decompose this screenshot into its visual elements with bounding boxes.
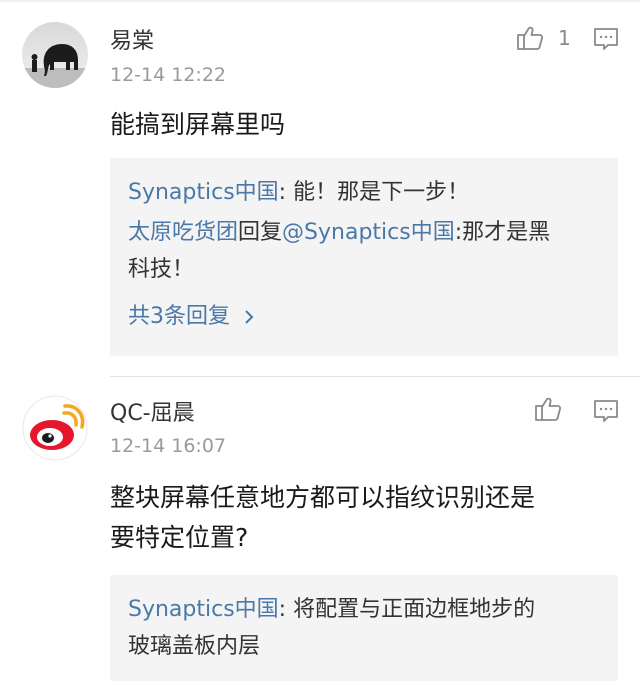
reply-text: 玻璃盖板内层 [128, 634, 261, 659]
comment-bubble-icon [594, 28, 618, 50]
reply-mention[interactable]: @Synaptics中国 [282, 220, 455, 245]
thumbs-up-icon [517, 26, 544, 50]
reply-author[interactable]: Synaptics中国 [128, 597, 279, 622]
reply-text: 将配置与正面边框地步的 [293, 597, 536, 622]
timestamp: 12-14 16:07 [110, 435, 227, 457]
timestamp: 12-14 12:22 [110, 64, 227, 86]
avatar[interactable] [22, 22, 88, 88]
reply-author[interactable]: Synaptics中国 [128, 180, 279, 205]
reply-button[interactable] [593, 26, 619, 56]
comment-text: 能搞到屏幕里吗 [110, 110, 286, 139]
comment-item: 易棠 12-14 12:22 1 能搞到屏幕里吗 Synaptics中国: 能！… [0, 0, 640, 370]
comment-text: 整块屏幕任意地方都可以指纹识别还是 要特定位置? [110, 478, 610, 558]
comment-text-line: 要特定位置? [110, 523, 249, 552]
comment-item: QC-屈晨 12-14 16:07 整块屏幕任意地方都可以指纹识别还是 要特定位… [0, 377, 640, 681]
more-replies-link[interactable]: 共3条回复 [128, 302, 600, 332]
reply-box: Synaptics中国: 将配置与正面边框地步的 玻璃盖板内层 [110, 575, 618, 681]
reply-separator: : [278, 597, 294, 622]
reply-item: Synaptics中国: 能！那是下一步！ [128, 174, 600, 211]
elephant-avatar-icon [22, 22, 88, 88]
comment-bubble-icon [594, 400, 618, 422]
avatar[interactable] [22, 395, 88, 461]
comment-text-line: 整块屏幕任意地方都可以指纹识别还是 [110, 483, 536, 512]
thumbs-up-icon [535, 397, 562, 421]
reply-button[interactable] [593, 398, 619, 428]
reply-box: Synaptics中国: 能！那是下一步！ 太原吃货团回复@Synaptics中… [110, 158, 618, 356]
username[interactable]: QC-屈晨 [110, 400, 195, 428]
username[interactable]: 易棠 [110, 28, 154, 56]
reply-author[interactable]: 太原吃货团 [128, 220, 238, 245]
reply-separator: : [278, 180, 294, 205]
reply-verb: 回复 [238, 220, 283, 245]
like-button[interactable]: 1 [516, 24, 571, 52]
chevron-right-icon [245, 310, 254, 324]
like-button[interactable] [534, 395, 576, 423]
more-replies-label: 共3条回复 [128, 304, 230, 329]
reply-item: Synaptics中国: 将配置与正面边框地步的 玻璃盖板内层 [128, 591, 600, 665]
reply-text: 能！那是下一步！ [293, 180, 470, 205]
like-count: 1 [558, 26, 571, 50]
weibo-logo-avatar-icon [22, 395, 88, 461]
reply-item: 太原吃货团回复@Synaptics中国:那才是黑 科技！ [128, 214, 600, 288]
reply-separator: : [454, 220, 463, 245]
reply-text: 科技！ [128, 257, 195, 282]
reply-text: 那才是黑 [462, 220, 551, 245]
